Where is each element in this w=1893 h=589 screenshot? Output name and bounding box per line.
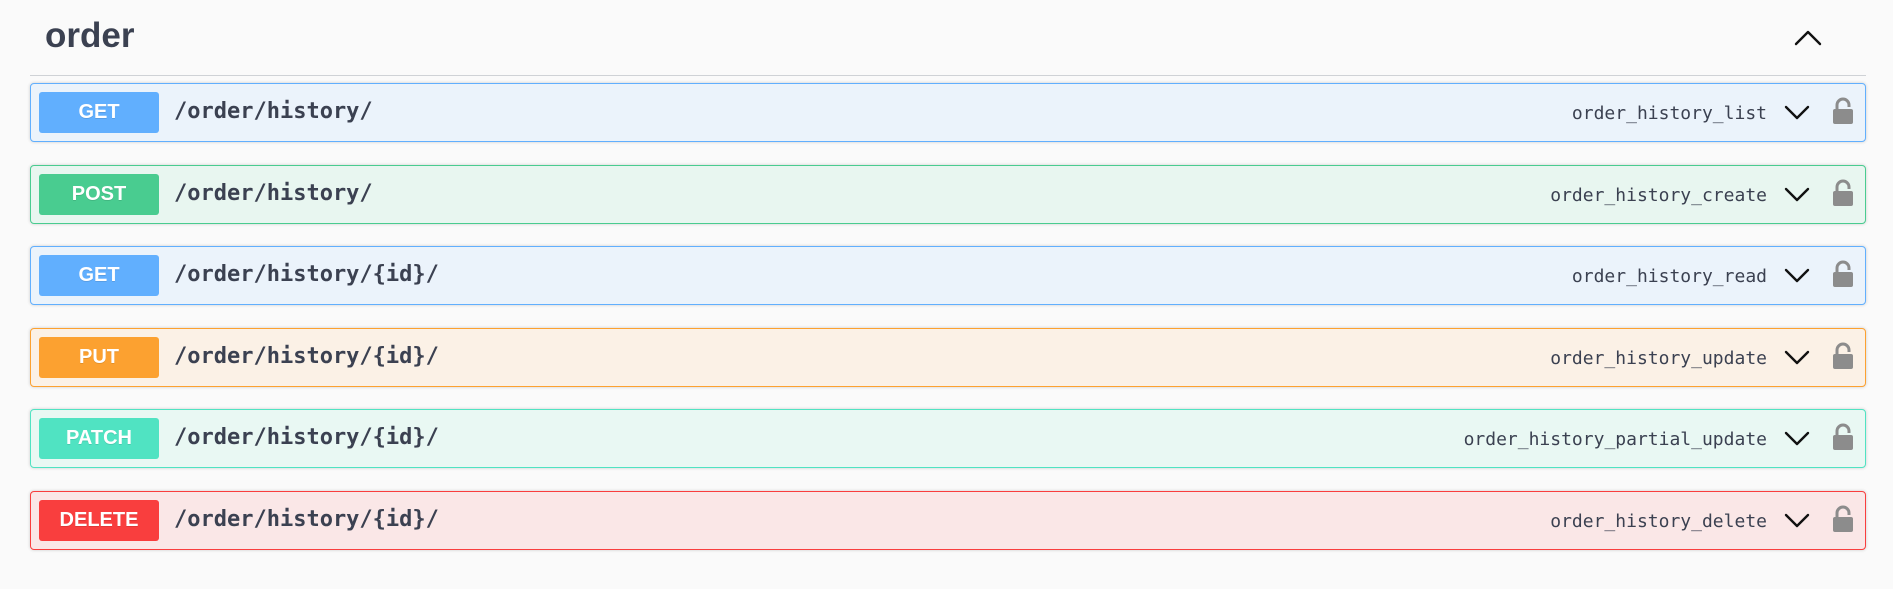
operation-id: order_history_partial_update xyxy=(1463,429,1767,450)
operation-row[interactable]: PUT /order/history/{id}/ order_history_u… xyxy=(30,328,1866,387)
chevron-down-icon[interactable] xyxy=(1783,100,1811,124)
operation-id: order_history_create xyxy=(1550,185,1767,206)
operation-id: order_history_delete xyxy=(1550,511,1767,532)
tag-header[interactable]: order xyxy=(30,0,1866,76)
operation-path: /order/history/ xyxy=(174,181,373,206)
method-badge: PATCH xyxy=(39,418,159,459)
lock-icon[interactable] xyxy=(1831,504,1855,534)
lock-icon[interactable] xyxy=(1831,259,1855,289)
tag-title: order xyxy=(45,16,135,55)
chevron-down-icon[interactable] xyxy=(1783,508,1811,532)
method-badge: GET xyxy=(39,92,159,133)
operation-id: order_history_list xyxy=(1571,103,1767,124)
operation-row[interactable]: DELETE /order/history/{id}/ order_histor… xyxy=(30,491,1866,550)
operation-row[interactable]: POST /order/history/ order_history_creat… xyxy=(30,165,1866,224)
chevron-down-icon[interactable] xyxy=(1783,182,1811,206)
chevron-up-icon[interactable] xyxy=(1788,18,1828,58)
operation-id: order_history_update xyxy=(1550,348,1767,369)
lock-icon[interactable] xyxy=(1831,96,1855,126)
operation-id: order_history_read xyxy=(1571,266,1767,287)
operation-row[interactable]: GET /order/history/{id}/ order_history_r… xyxy=(30,246,1866,305)
chevron-down-icon[interactable] xyxy=(1783,345,1811,369)
method-badge: POST xyxy=(39,174,159,215)
operation-path: /order/history/{id}/ xyxy=(174,262,439,287)
lock-icon[interactable] xyxy=(1831,341,1855,371)
operation-path: /order/history/{id}/ xyxy=(174,344,439,369)
method-badge: DELETE xyxy=(39,500,159,541)
operation-path: /order/history/{id}/ xyxy=(174,507,439,532)
method-badge: PUT xyxy=(39,337,159,378)
lock-icon[interactable] xyxy=(1831,422,1855,452)
lock-icon[interactable] xyxy=(1831,178,1855,208)
chevron-down-icon[interactable] xyxy=(1783,263,1811,287)
method-badge: GET xyxy=(39,255,159,296)
operation-row[interactable]: GET /order/history/ order_history_list xyxy=(30,83,1866,142)
operation-path: /order/history/{id}/ xyxy=(174,425,439,450)
tag-section-order: order GET /order/history/ order_history_… xyxy=(30,0,1866,550)
operation-path: /order/history/ xyxy=(174,99,373,124)
operation-row[interactable]: PATCH /order/history/{id}/ order_history… xyxy=(30,409,1866,468)
chevron-down-icon[interactable] xyxy=(1783,426,1811,450)
